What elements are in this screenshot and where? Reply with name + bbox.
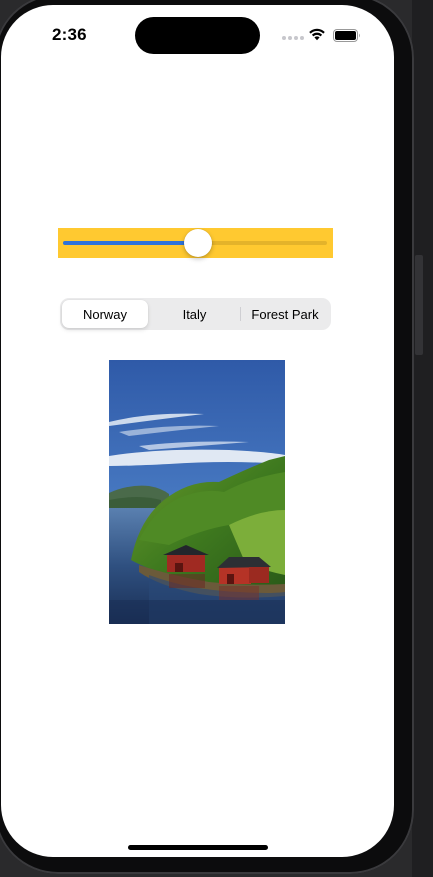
cellular-signal-icon (282, 36, 304, 42)
value-slider[interactable] (58, 228, 333, 258)
desktop-window-edge (415, 255, 423, 355)
slider-thumb[interactable] (183, 229, 212, 257)
slider-fill (63, 241, 198, 245)
segment-label: Italy (182, 306, 207, 322)
wifi-icon (309, 28, 325, 41)
segment-italy[interactable]: Italy (151, 300, 238, 328)
phone-screen: 2:36 Norway Italy Forest Park (1, 5, 394, 857)
segment-forest-park[interactable]: Forest Park (241, 300, 329, 328)
dynamic-island (135, 17, 260, 54)
desktop-background (412, 0, 433, 877)
home-indicator[interactable] (128, 845, 268, 850)
battery-icon (333, 29, 360, 42)
segment-norway[interactable]: Norway (62, 300, 148, 328)
segment-label: Forest Park (251, 306, 319, 322)
status-time: 2:36 (52, 25, 87, 44)
landscape-photo (109, 360, 285, 624)
norway-fjord-image (109, 360, 285, 624)
status-bar: 2:36 (1, 5, 394, 63)
location-segmented-control[interactable]: Norway Italy Forest Park (60, 298, 331, 330)
segment-label: Norway (82, 306, 128, 322)
phone-frame: 2:36 Norway Italy Forest Park (0, 0, 414, 874)
